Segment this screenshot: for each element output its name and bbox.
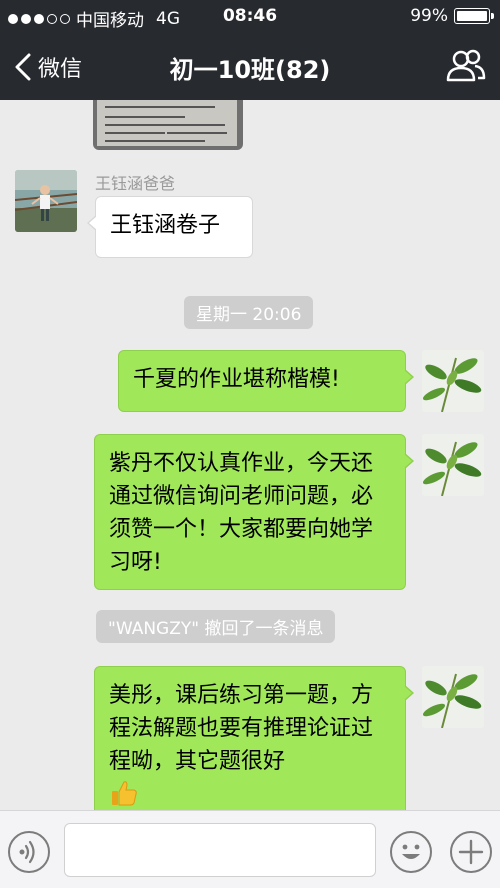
sender-avatar[interactable]	[15, 170, 77, 232]
plus-icon	[458, 839, 484, 865]
message-input[interactable]	[64, 823, 376, 877]
emoji-button[interactable]	[390, 831, 432, 873]
plant-avatar-photo	[422, 434, 484, 496]
image-message[interactable]	[93, 100, 243, 150]
my-avatar[interactable]	[422, 434, 484, 496]
smiley-icon	[402, 844, 420, 859]
message-bubble-outgoing[interactable]: 千夏的作业堪称楷模!	[118, 350, 414, 412]
my-avatar[interactable]	[422, 350, 484, 412]
battery-icon	[454, 8, 494, 24]
group-members-icon	[446, 49, 486, 82]
battery-percent: 99%	[410, 6, 448, 26]
status-bar: 中国移动 4G 08:46 99%	[0, 0, 500, 32]
message-text: 美彤，课后练习第一题，方程法解题也要有推理论证过程呦，其它题很好	[109, 683, 374, 774]
voice-input-button[interactable]	[8, 831, 50, 873]
message-bubble-incoming[interactable]: 王钰涵卷子	[87, 196, 253, 258]
group-members-button[interactable]	[446, 48, 486, 84]
message-text: 千夏的作业堪称楷模!	[133, 367, 340, 392]
timestamp-label: 星期一 20:06	[184, 296, 314, 329]
status-right: 99%	[410, 6, 494, 26]
worksheet-photo	[97, 100, 237, 146]
timestamp-text: 星期一 20:06	[196, 305, 302, 325]
sender-name: 王钰涵爸爸	[95, 174, 176, 193]
battery-fill	[457, 11, 487, 21]
avatar-photo	[15, 170, 77, 232]
thumbs-up-icon	[109, 778, 391, 810]
plant-avatar-photo	[422, 350, 484, 412]
chat-title: 初一10班(82)	[169, 56, 331, 84]
message-bubble-outgoing[interactable]: 美彤，课后练习第一题，方程法解题也要有推理论证过程呦，其它题很好	[94, 666, 414, 810]
voice-icon	[19, 840, 35, 864]
my-avatar[interactable]	[422, 666, 484, 728]
plant-avatar-photo	[422, 666, 484, 728]
input-bar	[0, 810, 500, 888]
message-text: 王钰涵卷子	[110, 213, 221, 238]
nav-bar: 微信 初一10班(82)	[0, 32, 500, 100]
chat-area[interactable]: 王钰涵爸爸 王钰涵卷子 星期一 20:06 千夏的作业堪称楷模! 紫丹不仅认真作…	[0, 100, 500, 810]
recall-notice: "WANGZY" 撤回了一条消息	[96, 610, 336, 643]
message-bubble-outgoing[interactable]: 紫丹不仅认真作业，今天还通过微信询问老师问题，必须赞一个！大家都要向她学习呀!	[94, 434, 414, 590]
message-text: 紫丹不仅认真作业，今天还通过微信询问老师问题，必须赞一个！大家都要向她学习呀!	[109, 451, 374, 575]
more-options-button[interactable]	[450, 831, 492, 873]
recall-text: "WANGZY" 撤回了一条消息	[108, 619, 324, 639]
